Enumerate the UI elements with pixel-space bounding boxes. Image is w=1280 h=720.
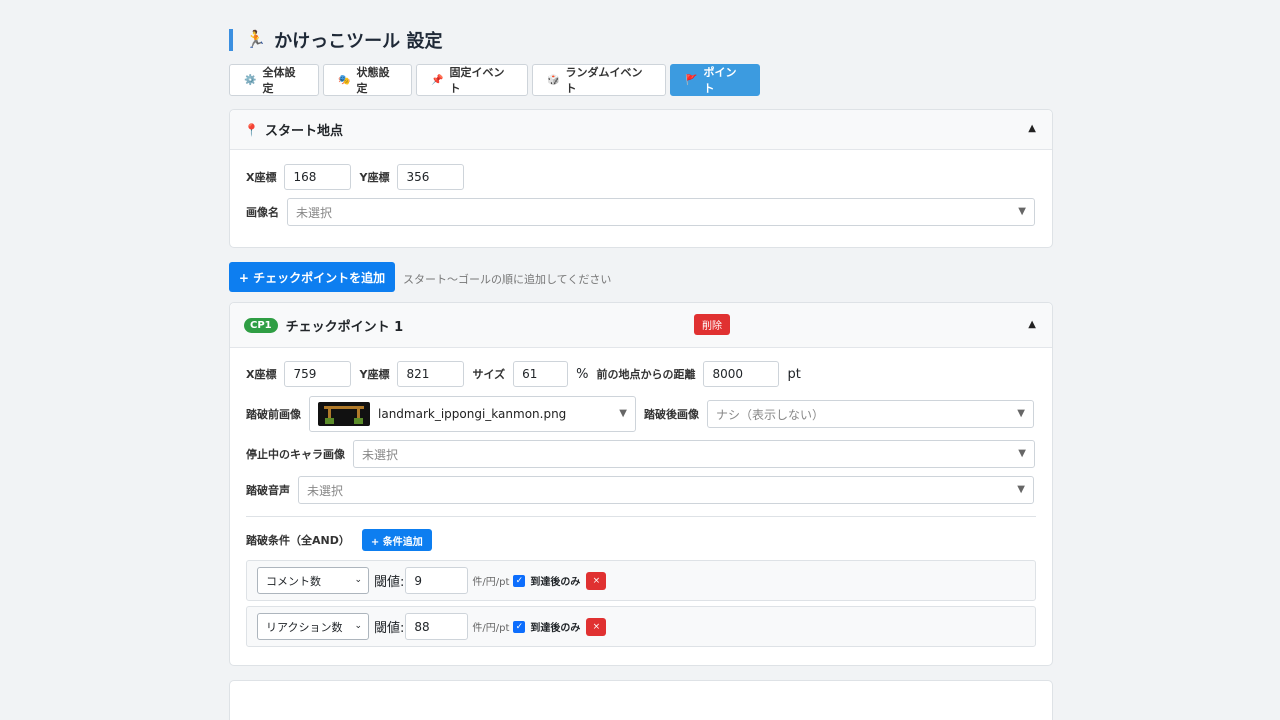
flag-icon: 🚩	[685, 74, 698, 86]
dropdown-arrow-icon: ▼	[619, 408, 627, 419]
add-checkpoint-button[interactable]: + チェックポイントを追加	[229, 262, 395, 292]
page-title-text: かけっこツール 設定	[274, 31, 443, 52]
dropdown-arrow-icon: ▼	[1018, 206, 1026, 217]
checkpoint-size-input[interactable]: 61	[513, 361, 569, 387]
select-value: コメント数	[266, 574, 321, 588]
start-point-card: 📍 スタート地点 ▲ X座標 168 Y座標 356 画像名 未選択 ▼	[229, 109, 1053, 248]
size-unit: %	[576, 366, 589, 382]
threshold-unit: 件/円/pt	[472, 577, 510, 588]
after-image-select[interactable]: ナシ（表示しない） ▼	[707, 400, 1034, 428]
after-image-label: 踏破後画像	[644, 408, 699, 421]
after-only-label: 到達後のみ	[530, 577, 581, 588]
before-image-select[interactable]: landmark_ippongi_kanmon.png ▼	[309, 396, 636, 432]
start-image-select[interactable]: 未選択 ▼	[287, 198, 1035, 226]
masks-icon: 🎭	[338, 74, 351, 86]
dropdown-arrow-icon: ▼	[1017, 408, 1025, 419]
stopped-image-select[interactable]: 未選択 ▼	[353, 440, 1035, 468]
sound-label: 踏破音声	[246, 484, 290, 497]
stopped-image-label: 停止中のキャラ画像	[246, 448, 345, 461]
start-coords-row: X座標 168 Y座標 356	[246, 164, 465, 190]
condition-row: コメント数 ⌄ 閾値: 9 件/円/pt ✓ 到達後のみ ×	[246, 560, 1036, 601]
threshold-input[interactable]: 88	[405, 613, 469, 640]
y-label: Y座標	[359, 171, 390, 184]
select-value: ナシ（表示しない）	[716, 407, 825, 422]
divider	[246, 516, 1036, 517]
add-checkpoint-hint: スタート〜ゴールの順に追加してください	[403, 273, 612, 286]
conditions-label: 踏破条件（全AND）	[246, 534, 350, 547]
threshold-unit: 件/円/pt	[472, 623, 510, 634]
after-only-checkbox[interactable]: ✓	[513, 620, 526, 633]
threshold-label: 閾値:	[374, 575, 405, 590]
size-label: サイズ	[472, 368, 506, 381]
sound-row: 踏破音声 未選択 ▼	[246, 476, 1034, 504]
checkpoint-badge: CP1	[244, 317, 278, 333]
location-pin-icon: 📍	[244, 122, 259, 137]
collapse-icon[interactable]: ▲	[1028, 123, 1036, 134]
checkpoint-distance-input[interactable]: 8000	[703, 361, 780, 387]
add-condition-button[interactable]: + 条件追加	[361, 529, 432, 551]
dropdown-arrow-icon: ▼	[1017, 484, 1025, 495]
tab-random-event[interactable]: 🎲 ランダムイベント	[532, 64, 666, 96]
threshold-input[interactable]: 9	[405, 567, 469, 594]
stopped-image-row: 停止中のキャラ画像 未選択 ▼	[246, 440, 1035, 468]
checkpoint-title: チェックポイント 1	[285, 319, 404, 335]
tab-label: 状態設定	[356, 66, 390, 95]
tab-label: 固定イベント	[449, 66, 505, 95]
select-value: リアクション数	[266, 620, 343, 634]
before-image-label: 踏破前画像	[246, 408, 301, 421]
image-label: 画像名	[246, 206, 279, 219]
start-image-row: 画像名 未選択 ▼	[246, 198, 1035, 226]
checkpoint-header[interactable]: CP1 チェックポイント 1 削除 ▲	[230, 303, 1052, 348]
select-value: landmark_ippongi_kanmon.png	[378, 407, 567, 421]
dice-icon: 🎲	[547, 74, 560, 86]
checkpoint-y-input[interactable]: 821	[397, 361, 465, 387]
x-label: X座標	[246, 368, 277, 381]
checkpoint-image-row: 踏破前画像 landmark_ippongi_kanmon.png ▼ 踏破後画…	[246, 396, 1034, 432]
start-y-input[interactable]: 356	[397, 164, 465, 190]
distance-unit: pt	[787, 366, 801, 382]
tab-label: ランダムイベント	[565, 66, 643, 95]
tab-state[interactable]: 🎭 状態設定	[323, 64, 412, 96]
select-value: 未選択	[362, 447, 399, 462]
after-only-label: 到達後のみ	[530, 623, 581, 634]
next-card-partial	[229, 680, 1053, 720]
tab-fixed-event[interactable]: 📌 固定イベント	[416, 64, 528, 96]
select-value: 未選択	[307, 483, 344, 498]
start-point-header[interactable]: 📍 スタート地点 ▲	[230, 110, 1052, 150]
tab-general[interactable]: ⚙️ 全体設定	[229, 64, 319, 96]
tab-label: 全体設定	[262, 66, 296, 95]
checkpoint-x-input[interactable]: 759	[284, 361, 352, 387]
page-title: 🏃 かけっこツール 設定	[229, 28, 442, 52]
condition-type-select[interactable]: リアクション数 ⌄	[257, 613, 369, 640]
tab-bar: ⚙️ 全体設定 🎭 状態設定 📌 固定イベント 🎲 ランダムイベント 🚩 ポイント	[229, 64, 760, 96]
sound-select[interactable]: 未選択 ▼	[298, 476, 1034, 504]
x-label: X座標	[246, 171, 277, 184]
image-thumbnail	[318, 402, 370, 426]
remove-condition-button[interactable]: ×	[586, 571, 607, 590]
chevron-down-icon: ⌄	[354, 575, 362, 585]
start-x-input[interactable]: 168	[284, 164, 352, 190]
condition-row: リアクション数 ⌄ 閾値: 88 件/円/pt ✓ 到達後のみ ×	[246, 606, 1036, 647]
checkpoint-coords-row: X座標 759 Y座標 821 サイズ 61 % 前の地点からの距離 8000 …	[246, 361, 801, 387]
title-accent-bar	[229, 29, 233, 51]
select-value: 未選択	[296, 205, 333, 220]
chevron-down-icon: ⌄	[354, 621, 362, 631]
distance-label: 前の地点からの距離	[596, 368, 696, 381]
tab-points[interactable]: 🚩 ポイント	[670, 64, 760, 96]
runner-icon: 🏃	[245, 30, 267, 50]
remove-condition-button[interactable]: ×	[586, 617, 607, 636]
condition-type-select[interactable]: コメント数 ⌄	[257, 567, 369, 594]
dropdown-arrow-icon: ▼	[1018, 448, 1026, 459]
checkpoint-card: CP1 チェックポイント 1 削除 ▲ X座標 759 Y座標 821 サイズ …	[229, 302, 1053, 666]
after-only-checkbox[interactable]: ✓	[513, 574, 526, 587]
threshold-label: 閾値:	[374, 621, 405, 636]
collapse-icon[interactable]: ▲	[1028, 319, 1036, 330]
y-label: Y座標	[359, 368, 390, 381]
tab-label: ポイント	[703, 66, 737, 95]
gear-icon: ⚙️	[244, 74, 257, 86]
conditions-header: 踏破条件（全AND） + 条件追加	[246, 529, 432, 551]
pin-icon: 📌	[431, 74, 444, 86]
start-point-title: スタート地点	[264, 124, 343, 139]
delete-checkpoint-button[interactable]: 削除	[694, 314, 730, 335]
